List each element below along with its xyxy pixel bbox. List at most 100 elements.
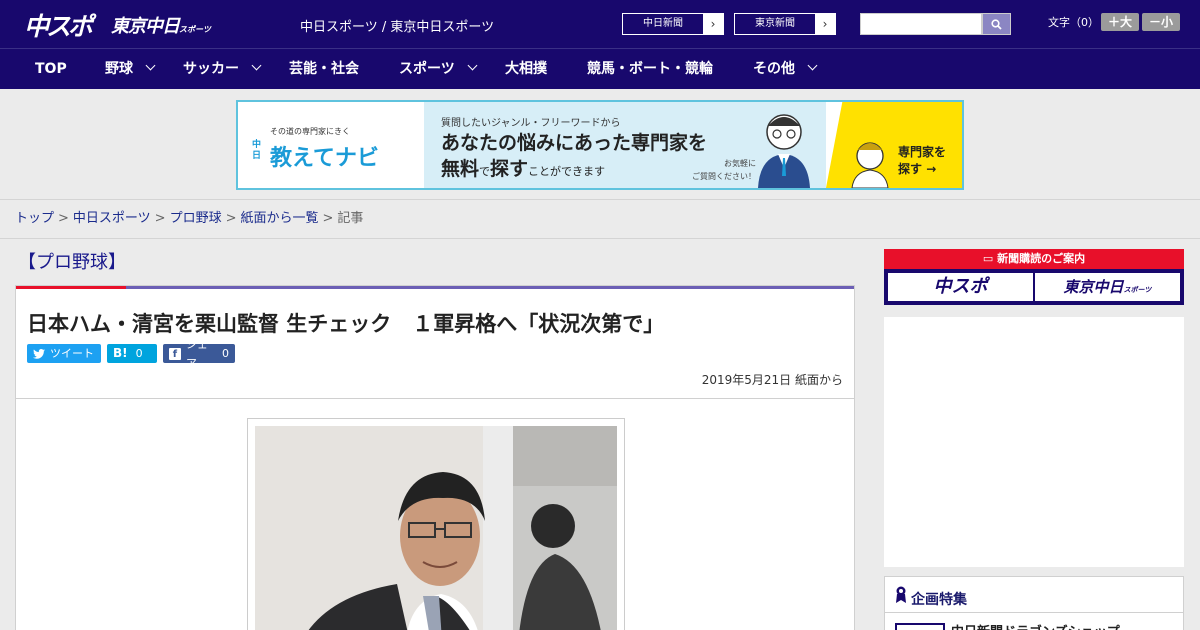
breadcrumb-separator: >: [154, 211, 166, 226]
font-size-label: 文字（0）: [1048, 16, 1099, 29]
breadcrumb-current: 記事: [337, 211, 364, 226]
feature-heading: 企画特集: [885, 577, 1183, 613]
ad-copy-can: ことができます: [528, 165, 606, 178]
chevron-right-icon: ›: [703, 14, 723, 34]
main-nav: TOP 野球 サッカー 芸能・社会 スポーツ 大相撲 競馬・ボート・競輪 その他: [0, 48, 1200, 89]
article-date: 2019年5月21日 紙面から: [701, 373, 843, 387]
nav-others[interactable]: その他: [753, 49, 818, 89]
subscription-box: ▭ 新聞購読のご案内 中スポ 東京中日スポーツ: [884, 249, 1184, 305]
ad-brand-panel: その道の専門家にきく 中日 教えてナビ: [238, 102, 424, 188]
oshiete-navi-ad-banner[interactable]: その道の専門家にきく 中日 教えてナビ 質問したいジャンル・フリーワードから あ…: [236, 100, 964, 190]
nav-label: 大相撲: [505, 61, 547, 77]
facebook-icon: f: [169, 347, 181, 360]
chevron-right-icon: ›: [815, 14, 835, 34]
ad-brand-name: 教えてナビ: [270, 146, 379, 171]
thinking-person-icon: [851, 142, 889, 188]
nav-baseball[interactable]: 野球: [105, 49, 156, 89]
hatena-count: 0: [135, 347, 143, 360]
search-button[interactable]: [982, 13, 1011, 35]
nav-sumo[interactable]: 大相撲: [505, 49, 547, 89]
nav-sports[interactable]: スポーツ: [399, 49, 478, 89]
article-accent-red: [16, 286, 126, 289]
expert-illustration-icon: [758, 114, 810, 188]
nav-soccer[interactable]: サッカー: [183, 49, 262, 89]
subscription-heading-text: 新聞購読のご案内: [997, 252, 1086, 265]
subscribe-chuspo-button[interactable]: 中スポ: [888, 273, 1033, 301]
nav-label: スポーツ: [399, 61, 455, 77]
breadcrumb: トップ > 中日スポーツ > プロ野球 > 紙面から一覧 > 記事: [0, 201, 1200, 239]
ad-copy-search: 探す: [490, 158, 529, 180]
nav-entertainment[interactable]: 芸能・社会: [289, 49, 359, 89]
nav-top[interactable]: TOP: [35, 49, 67, 89]
breadcrumb-top[interactable]: トップ: [15, 211, 54, 226]
ad-copy-panel: 質問したいジャンル・フリーワードから あなたの悩みにあった専門家を 無料で探すこ…: [424, 102, 826, 188]
tweet-label: ツイート: [50, 347, 94, 360]
article-accent-bar: [16, 286, 854, 289]
nav-label: 芸能・社会: [289, 61, 359, 77]
nav-label: その他: [753, 61, 795, 77]
ad-copy-line1: 質問したいジャンル・フリーワードから: [441, 118, 621, 129]
ad-cta-line1: 専門家を: [898, 145, 947, 159]
share-label: シェア: [185, 337, 208, 370]
arrow-right-icon: →: [926, 162, 937, 176]
feature-box: 企画特集 中日新聞ドラゴンズショップ: [884, 576, 1184, 630]
nav-racing[interactable]: 競馬・ボート・競輪: [587, 49, 713, 89]
facebook-share-button[interactable]: f シェア 0: [163, 338, 235, 370]
tokyo-logo-text: 東京中日: [111, 16, 180, 37]
share-count: 0: [222, 347, 229, 360]
ad-brand-mark: 中日: [252, 140, 262, 161]
feature-title: 企画特集: [911, 592, 967, 608]
breadcrumb-paper-list[interactable]: 紙面から一覧: [241, 211, 319, 226]
chevron-down-icon: [807, 60, 818, 71]
tokyo-shimbun-link[interactable]: 東京新聞 ›: [734, 13, 836, 35]
breadcrumb-separator: >: [322, 211, 334, 226]
search-input[interactable]: [860, 13, 982, 35]
ad-copy-free: 無料: [441, 158, 480, 180]
article-photo: [255, 426, 617, 630]
breadcrumb-separator: >: [225, 211, 237, 226]
font-smaller-button[interactable]: －小: [1142, 13, 1180, 31]
breadcrumb-chuspo[interactable]: 中日スポーツ: [73, 211, 151, 226]
ad-brand-sub: その道の専門家にきく: [270, 127, 350, 136]
section-title: 【プロ野球】: [18, 252, 126, 273]
chunichi-shimbun-label: 中日新聞: [643, 18, 683, 29]
breadcrumb-pro-baseball[interactable]: プロ野球: [170, 211, 222, 226]
search-icon: [991, 18, 1002, 30]
nav-label: 野球: [105, 61, 133, 77]
ad-copy-de: で: [479, 165, 491, 178]
ad-cta-label: 探す: [898, 162, 923, 176]
twitter-icon: [33, 348, 45, 359]
hatena-bookmark-button[interactable]: B! 0: [107, 344, 157, 363]
nav-label: サッカー: [183, 61, 239, 77]
banner-area: その道の専門家にきく 中日 教えてナビ 質問したいジャンル・フリーワードから あ…: [0, 89, 1200, 200]
nav-label: TOP: [35, 61, 67, 77]
newspaper-icon: ▭: [982, 252, 994, 265]
ad-cta-panel[interactable]: 専門家を探す →: [826, 102, 962, 188]
subscribe-tokyo-label: 東京中日: [1063, 278, 1124, 296]
chunichi-shimbun-link[interactable]: 中日新聞 ›: [622, 13, 724, 35]
subscribe-tokyo-chunichi-button[interactable]: 東京中日スポーツ: [1035, 273, 1180, 301]
chevron-down-icon: [145, 60, 156, 71]
ad-copy-line3: 無料で探すことができます: [441, 154, 605, 181]
dragons-shop-thumbnail[interactable]: [895, 623, 945, 630]
subscribe-tokyo-small: スポーツ: [1123, 286, 1152, 294]
ad-cta-line2: 探す →: [898, 161, 946, 178]
header-tagline: 中日スポーツ / 東京中日スポーツ: [300, 20, 495, 35]
chevron-down-icon: [251, 60, 262, 71]
chuspo-logo[interactable]: 中スポ: [24, 7, 93, 43]
font-larger-button[interactable]: ＋大: [1101, 13, 1139, 31]
hatena-icon: B!: [113, 346, 128, 360]
article-photo-frame: [247, 418, 625, 630]
feature-item-dragons-shop[interactable]: 中日新聞ドラゴンズショップ: [951, 621, 1120, 630]
article-box: 日本ハム・清宮を栗山監督 生チェック １軍昇格へ「状況次第で」 ツイート B! …: [15, 285, 855, 630]
tokyo-logo-small: スポーツ: [179, 25, 211, 34]
chevron-down-icon: [467, 60, 478, 71]
ad-cta-text: 専門家を探す →: [898, 144, 946, 178]
top-header: 中スポ 東京中日スポーツ 中日スポーツ / 東京中日スポーツ 中日新聞 › 東京…: [0, 0, 1200, 48]
subscription-heading: ▭ 新聞購読のご案内: [884, 249, 1184, 269]
tokyo-chunichi-logo[interactable]: 東京中日スポーツ: [111, 12, 211, 38]
sidebar-ad-slot[interactable]: [884, 317, 1184, 567]
ribbon-icon: [896, 586, 906, 603]
tweet-button[interactable]: ツイート: [27, 344, 101, 363]
manager-photo: [255, 426, 617, 630]
